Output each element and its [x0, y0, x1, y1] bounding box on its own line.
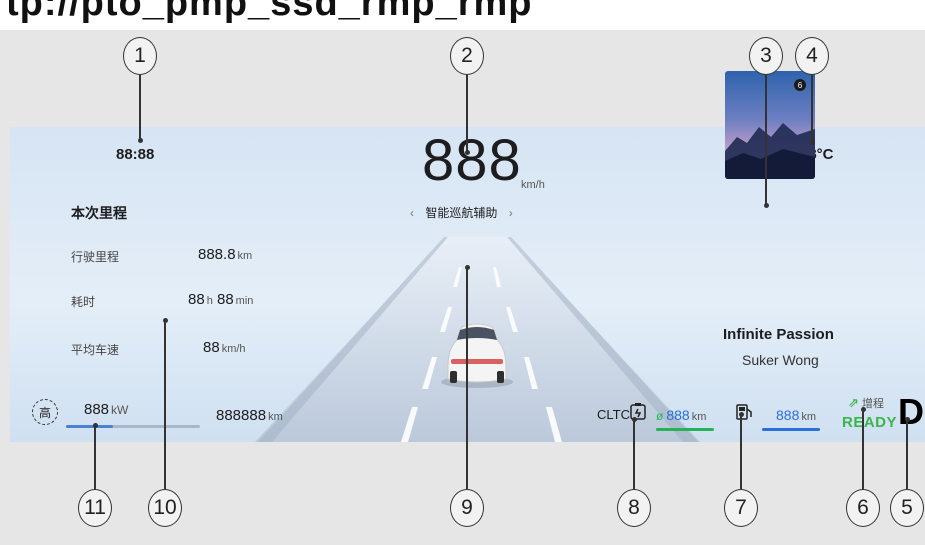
electric-range-bar [656, 428, 714, 431]
callout-4-label: 4 [795, 37, 829, 75]
trip-time-minutes: 88 [216, 291, 234, 308]
trip-distance-label: 行驶里程 [71, 250, 120, 264]
cruise-assist-selector[interactable]: ‹ 智能巡航辅助 › [410, 204, 513, 221]
fuel-range-bar [762, 428, 820, 431]
next-mode-arrow[interactable]: › [509, 206, 513, 220]
callout-1-label: 1 [123, 37, 157, 75]
media-artist: Suker Wong [742, 352, 819, 368]
callout-10-label: 10 [148, 489, 182, 527]
svg-text:6: 6 [798, 81, 803, 90]
clock: 88:88 [116, 146, 155, 163]
trip-time-value: 88 h 88 min [188, 291, 253, 308]
cruise-mode-label: 智能巡航辅助 [425, 206, 498, 220]
trip-avg-speed-unit: km/h [221, 343, 246, 355]
trip-time-hours: 88 [188, 291, 205, 308]
battery-plug-icon [628, 403, 648, 421]
trip-title: 本次里程 [71, 205, 127, 221]
ready-indicator: READY [842, 414, 898, 431]
extended-range-icon: ⇗ [848, 395, 859, 410]
top-strip: tp://pto_pmp_ssd_rmp_rmp [0, 0, 925, 30]
callout-6-label: 6 [846, 489, 880, 527]
trip-time-hours-unit: h [206, 295, 213, 307]
header-cut-text: tp://pto_pmp_ssd_rmp_rmp [6, 0, 533, 24]
trip-time-minutes-unit: min [235, 295, 254, 307]
speed-value: 888 [422, 128, 522, 193]
callout-11-label: 11 [78, 489, 112, 527]
power-mode-badge: 高 [38, 405, 51, 420]
trip-avg-speed-value: 88 km/h [203, 339, 246, 356]
odometer: 888888 km [216, 407, 283, 424]
trip-avg-speed-number: 88 [203, 339, 220, 356]
callout-7-label: 7 [724, 489, 758, 527]
fuel-pump-icon [735, 403, 755, 421]
album-art[interactable]: 6 [725, 71, 815, 179]
callout-9-label: 9 [450, 489, 484, 527]
fuel-range: 888 km [776, 407, 816, 423]
power-value: 888 kW [84, 401, 128, 418]
callout-2-label: 2 [450, 37, 484, 75]
fuel-range-value: 888 [776, 407, 800, 423]
trip-distance-value: 888.8 km [198, 246, 252, 263]
power-number: 888 [84, 401, 110, 418]
odometer-value: 888888 [216, 407, 267, 424]
fuel-range-unit: km [801, 411, 817, 423]
callout-8-label: 8 [617, 489, 651, 527]
trip-distance-unit: km [237, 250, 253, 262]
trip-time-label: 耗时 [71, 295, 96, 309]
trip-distance-number: 888.8 [198, 246, 236, 263]
power-bar-fill [66, 425, 113, 428]
power-unit: kW [111, 403, 129, 417]
odometer-unit: km [268, 411, 283, 423]
callout-5-label: 5 [890, 489, 924, 527]
power-gauge-icon: 高 [32, 399, 58, 425]
electric-range-prefix: ø [656, 409, 664, 423]
trip-avg-speed-label: 平均车速 [71, 343, 120, 357]
electric-range-unit: km [691, 411, 707, 423]
range-standard: CLTC [597, 407, 630, 422]
speed-unit: km/h [521, 179, 545, 191]
media-title: Infinite Passion [723, 326, 834, 343]
extended-range-indicator: ⇗ 增程 [848, 395, 884, 411]
gear-indicator: D [898, 391, 924, 432]
electric-range-value: 888 [666, 407, 690, 423]
electric-range: ø 888 km [656, 407, 706, 423]
prev-mode-arrow[interactable]: ‹ [410, 206, 414, 220]
callout-3-label: 3 [749, 37, 783, 75]
